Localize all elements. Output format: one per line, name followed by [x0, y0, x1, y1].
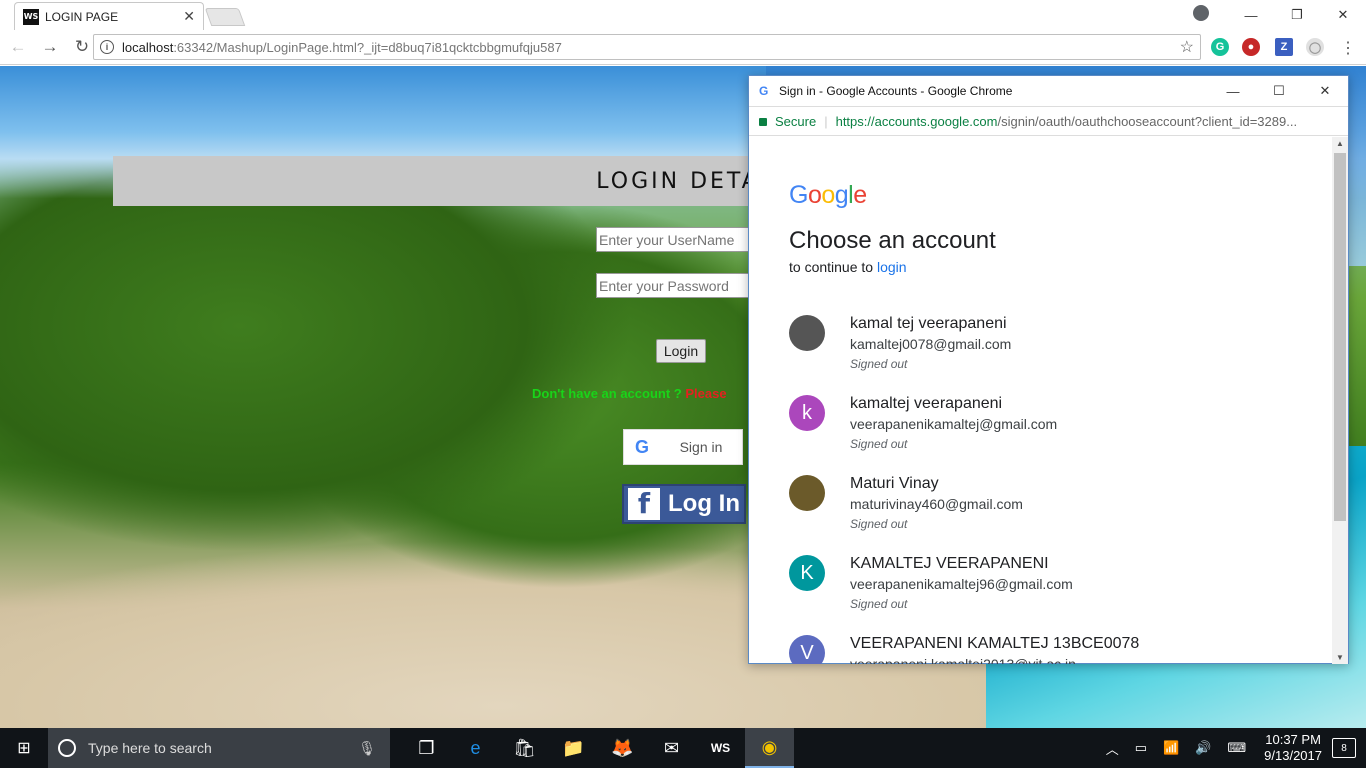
extension-icon[interactable]: ◯ [1306, 38, 1324, 56]
windows-taskbar: ⊞ Type here to search 🎙 ❐ e 🛍 📁 🦊 ✉ WS ◉… [0, 728, 1366, 768]
tab-title: LOGIN PAGE [45, 9, 119, 24]
action-center-icon[interactable]: 8 [1332, 738, 1356, 758]
taskbar-search[interactable]: Type here to search 🎙 [48, 728, 390, 768]
avatar [789, 315, 825, 351]
show-hidden-icons-icon[interactable]: ︿ [1098, 739, 1127, 758]
browser-toolbar: ← → ↻ i localhost:63342/Mashup/LoginPage… [0, 30, 1366, 65]
clock[interactable]: 10:37 PM 9/13/2017 [1254, 732, 1332, 764]
keyboard-icon[interactable]: ⌨ [1219, 740, 1254, 756]
close-window-icon[interactable]: ✕ [1302, 83, 1348, 99]
account-item[interactable]: Maturi Vinay maturivinay460@gmail.com Si… [789, 475, 1309, 555]
page-title: Choose an account [789, 227, 996, 254]
cortana-icon [58, 739, 76, 757]
profile-icon[interactable] [1193, 5, 1209, 21]
login-button[interactable]: Login [656, 339, 706, 363]
webstorm-icon[interactable]: WS [696, 728, 745, 768]
account-item[interactable]: K KAMALTEJ VEERAPANENI veerapanenikamalt… [789, 555, 1309, 635]
avatar: K [789, 555, 825, 591]
webstorm-icon: WS [23, 8, 39, 25]
address-bar[interactable]: i localhost:63342/Mashup/LoginPage.html?… [93, 34, 1201, 60]
google-signin-popup: G Sign in - Google Accounts - Google Chr… [748, 75, 1349, 664]
taskbar-apps: ❐ e 🛍 📁 🦊 ✉ WS ◉ [402, 728, 794, 768]
popup-scrollbar[interactable]: ▲ ▼ [1332, 137, 1348, 664]
account-item[interactable]: kamal tej veerapaneni kamaltej0078@gmail… [789, 315, 1309, 395]
account-chooser: Google Choose an account to continue to … [749, 137, 1333, 664]
restore-icon[interactable]: ❐ [1274, 7, 1320, 23]
chrome-icon[interactable]: ◉ [745, 728, 794, 768]
scroll-up-icon[interactable]: ▲ [1332, 139, 1348, 148]
back-icon[interactable]: ← [4, 37, 32, 57]
avatar [789, 475, 825, 511]
continue-to-text: to continue to login [789, 259, 907, 275]
popup-address-bar[interactable]: Secure | https://accounts.google.com/sig… [749, 106, 1348, 136]
banner-title: LOGIN DETA [596, 168, 760, 194]
maximize-icon[interactable]: ☐ [1256, 83, 1302, 99]
minimize-icon[interactable]: — [1210, 84, 1256, 99]
edge-icon[interactable]: e [451, 728, 500, 768]
google-g-icon: G [634, 436, 649, 457]
secure-label: Secure [775, 113, 817, 129]
windows-start-icon[interactable]: ⊞ [0, 728, 48, 768]
reload-icon[interactable]: ↻ [68, 37, 96, 57]
window-controls: — ❐ ✕ [1228, 0, 1366, 30]
forward-icon[interactable]: → [36, 37, 64, 57]
facebook-login-button[interactable]: f Log In [622, 484, 746, 524]
signup-prompt: Don't have an account ? Please [532, 386, 727, 401]
file-explorer-icon[interactable]: 📁 [549, 728, 598, 768]
username-input[interactable] [596, 227, 756, 252]
avatar: k [789, 395, 825, 431]
scrollbar-thumb[interactable] [1334, 153, 1346, 521]
close-window-icon[interactable]: ✕ [1320, 7, 1366, 23]
url-text: localhost:63342/Mashup/LoginPage.html?_i… [122, 39, 562, 55]
account-item[interactable]: V VEERAPANENI KAMALTEJ 13BCE0078 veerapa… [789, 635, 1309, 664]
popup-window-title: Sign in - Google Accounts - Google Chrom… [779, 84, 1013, 98]
browser-tab[interactable]: WS LOGIN PAGE ✕ [14, 2, 204, 30]
login-details-banner: LOGIN DETA [113, 156, 813, 206]
signup-link[interactable]: Please [685, 386, 726, 401]
app-name-link[interactable]: login [877, 259, 907, 275]
volume-icon[interactable]: 🔊 [1187, 740, 1219, 756]
account-item[interactable]: k kamaltej veerapaneni veerapanenikamalt… [789, 395, 1309, 475]
google-g-icon: G [759, 84, 769, 98]
bookmark-star-icon[interactable]: ☆ [1180, 37, 1194, 57]
minimize-icon[interactable]: — [1228, 8, 1274, 23]
wifi-icon[interactable]: 📶 [1155, 740, 1187, 756]
password-input[interactable] [596, 273, 756, 298]
facebook-f-icon: f [628, 487, 660, 520]
system-tray: ︿ ▭ 📶 🔊 ⌨ 10:37 PM 9/13/2017 8 [1098, 728, 1366, 768]
chrome-menu-icon[interactable]: ⋮ [1340, 38, 1356, 58]
mail-icon[interactable]: ✉ [647, 728, 696, 768]
info-icon[interactable]: i [100, 40, 114, 54]
google-signin-button[interactable]: G Sign in [623, 429, 743, 465]
popup-titlebar: G Sign in - Google Accounts - Google Chr… [749, 76, 1348, 106]
browser-tabstrip: WS LOGIN PAGE ✕ — ❐ ✕ [0, 0, 1366, 30]
task-view-icon[interactable]: ❐ [402, 728, 451, 768]
grammarly-extension-icon[interactable]: G [1211, 38, 1229, 56]
microphone-icon[interactable]: 🎙 [358, 740, 376, 757]
firefox-icon[interactable]: 🦊 [598, 728, 647, 768]
zotero-extension-icon[interactable]: Z [1275, 38, 1293, 56]
lock-icon [759, 118, 767, 126]
google-logo: Google [789, 181, 867, 209]
new-tab-button[interactable] [204, 8, 246, 26]
extension-badge-icon[interactable]: ● [1242, 38, 1260, 56]
store-icon[interactable]: 🛍 [500, 728, 549, 768]
close-tab-icon[interactable]: ✕ [183, 8, 195, 25]
scroll-down-icon[interactable]: ▼ [1332, 653, 1348, 662]
avatar: V [789, 635, 825, 664]
battery-icon[interactable]: ▭ [1127, 740, 1155, 756]
popup-url: https://accounts.google.com/signin/oauth… [835, 113, 1298, 129]
